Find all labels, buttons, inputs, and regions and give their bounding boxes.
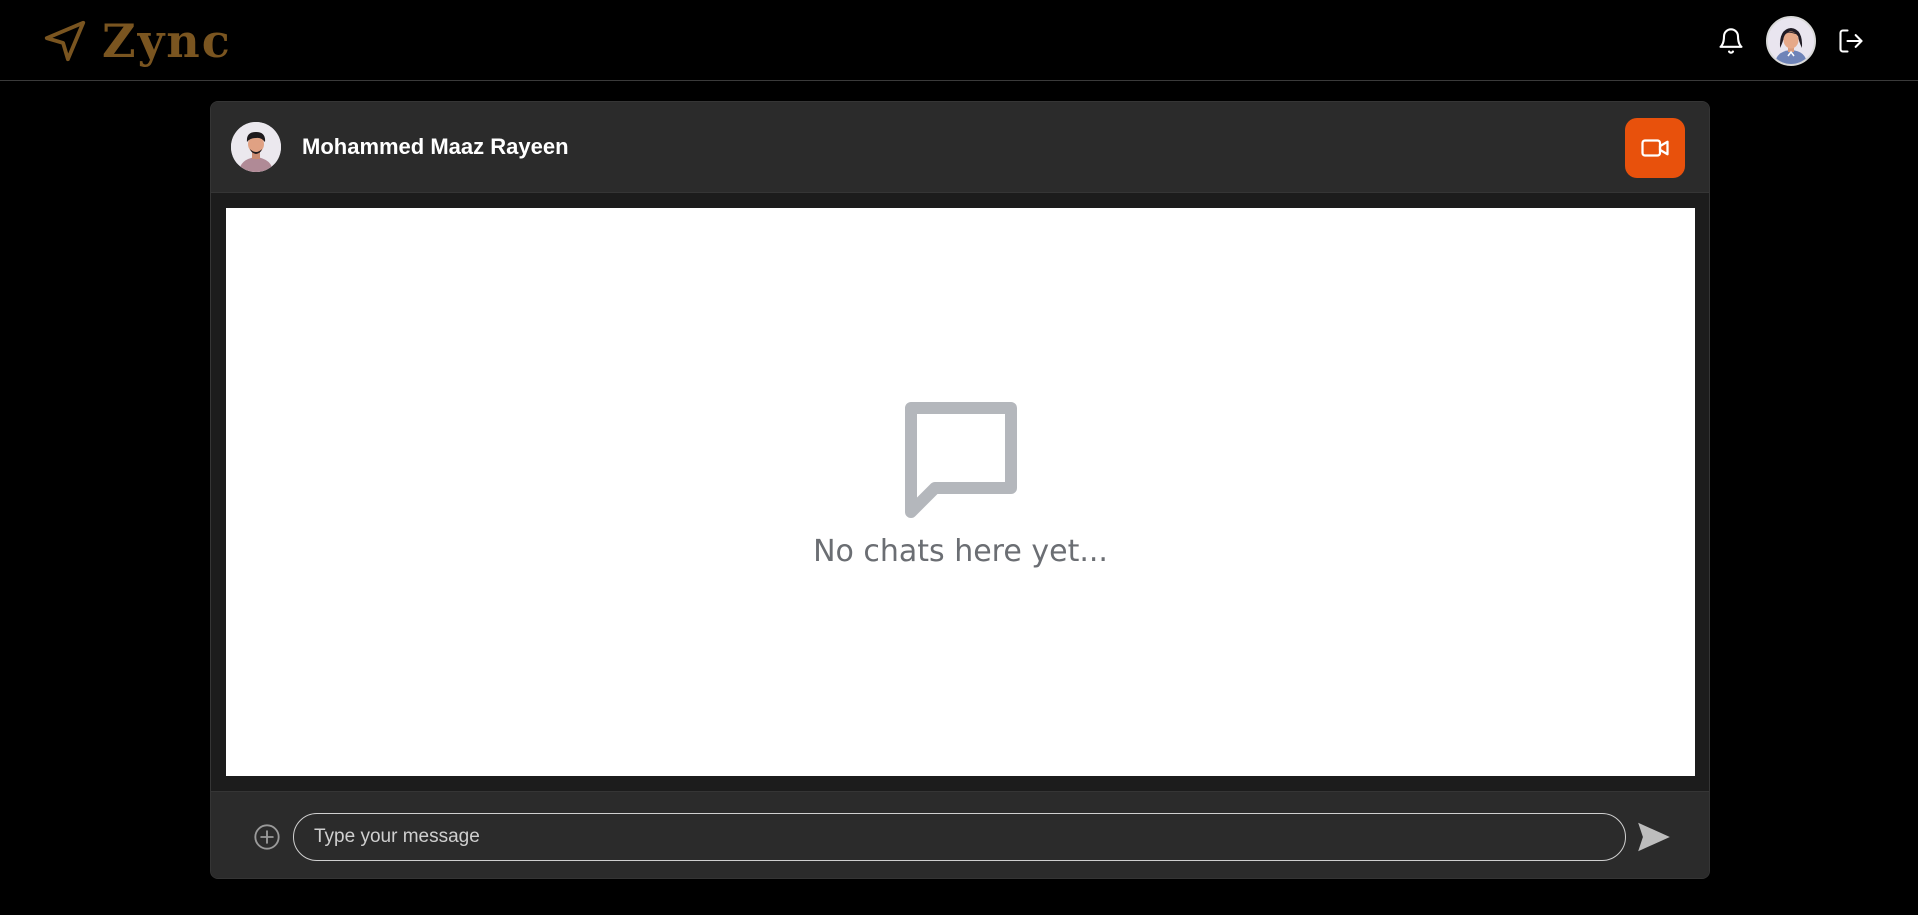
contact-avatar-image	[231, 122, 281, 172]
user-avatar-image	[1768, 18, 1814, 64]
video-call-button[interactable]	[1625, 118, 1685, 178]
messages-area[interactable]: No chats here yet...	[226, 208, 1695, 776]
user-avatar[interactable]	[1766, 16, 1816, 66]
chat-header: Mohammed Maaz Rayeen	[211, 102, 1709, 193]
logout-icon	[1839, 29, 1863, 53]
message-composer	[211, 791, 1709, 878]
logout-button[interactable]	[1834, 24, 1868, 58]
empty-state-text: No chats here yet...	[813, 533, 1108, 569]
message-input[interactable]	[293, 813, 1626, 861]
contact-name: Mohammed Maaz Rayeen	[302, 134, 569, 159]
send-logo-icon	[44, 20, 86, 62]
bell-icon	[1719, 28, 1743, 54]
brand[interactable]: Zync	[42, 14, 232, 68]
contact-avatar[interactable]	[231, 122, 281, 172]
notifications-button[interactable]	[1714, 24, 1748, 58]
chat-bubble-icon	[904, 401, 1017, 518]
topbar-actions	[1714, 16, 1868, 66]
brand-name: Zync	[102, 14, 232, 68]
send-button[interactable]	[1635, 818, 1673, 856]
send-icon	[1638, 822, 1670, 852]
top-navbar: Zync	[0, 0, 1918, 81]
empty-state: No chats here yet...	[226, 208, 1695, 776]
chat-panel: Mohammed Maaz Rayeen No chats here yet..…	[210, 101, 1710, 879]
attach-button[interactable]	[253, 823, 281, 851]
video-camera-icon	[1641, 139, 1669, 157]
plus-circle-icon	[254, 824, 280, 850]
